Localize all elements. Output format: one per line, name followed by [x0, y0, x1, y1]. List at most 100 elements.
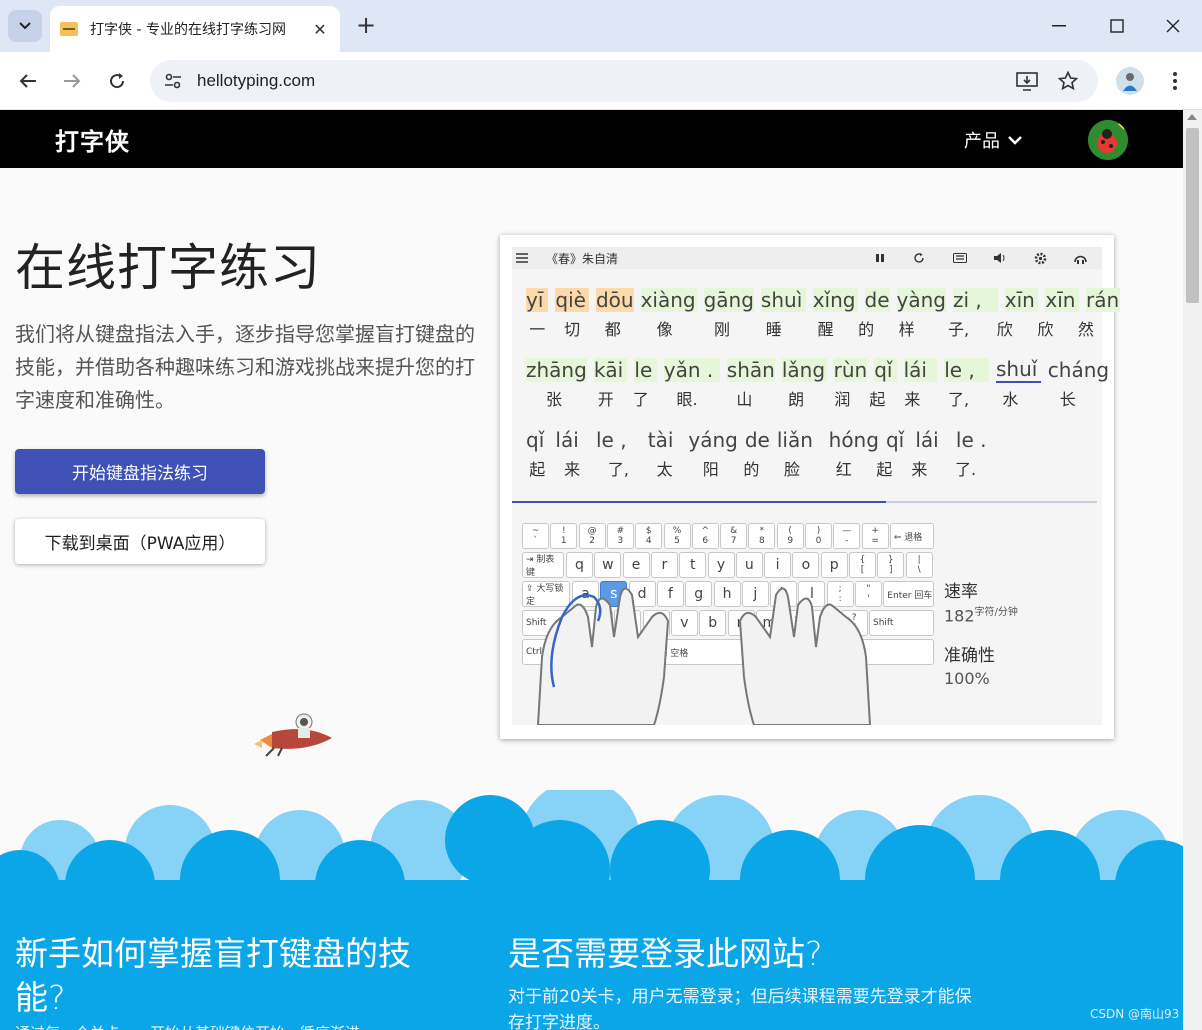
pinyin-word: le , — [595, 428, 627, 452]
key-^6[interactable]: ^ 6 — [691, 523, 719, 549]
key-|\[interactable]: | \ — [905, 552, 933, 578]
key-t[interactable]: t — [679, 552, 707, 578]
key-{[[interactable]: {[ — [849, 552, 876, 578]
browser-tab-active[interactable]: 打字侠 - 专业的在线打字练习网 ✕ — [50, 6, 340, 52]
pinyin-word: lái — [555, 428, 579, 452]
key-w[interactable]: w — [594, 552, 622, 578]
tab-close-icon[interactable]: ✕ — [310, 20, 330, 39]
hanzi-char: 来 — [911, 460, 928, 479]
key-q[interactable]: q — [566, 552, 593, 578]
key-#3[interactable]: #3 — [606, 523, 634, 549]
site-brand[interactable]: 打字侠 — [55, 122, 130, 157]
restart-icon[interactable] — [911, 250, 927, 266]
hero-description: 我们将从键盘指法入手，逐步指导您掌握盲打键盘的技能，并借助各种趣味练习和游戏挑战… — [15, 322, 475, 412]
pause-icon[interactable] — [872, 250, 888, 266]
window-maximize-button[interactable] — [1094, 10, 1140, 42]
hanzi-char: 都 — [604, 320, 621, 339]
bookmark-star-icon[interactable] — [1053, 66, 1083, 96]
key-⇥制表键[interactable]: ⇥ 制表键 — [522, 552, 564, 578]
keyboard-toggle-icon[interactable] — [952, 250, 968, 266]
tab-search-button[interactable] — [8, 10, 42, 42]
key-+=[interactable]: + = — [861, 523, 889, 549]
hanzi-char: 切 — [564, 320, 581, 339]
pinyin-word: liǎn — [776, 428, 813, 452]
browser-menu-button[interactable] — [1160, 66, 1190, 96]
key-Shift[interactable]: Shift — [869, 610, 934, 636]
site-settings-icon[interactable] — [156, 64, 190, 98]
key-}][interactable]: }] — [877, 552, 905, 578]
arrow-right-icon — [64, 74, 81, 88]
key-o[interactable]: o — [792, 552, 820, 578]
browser-profile-avatar[interactable] — [1116, 67, 1144, 95]
forward-button[interactable] — [57, 66, 87, 96]
pinyin-word: lái — [903, 358, 938, 382]
new-tab-button[interactable]: + — [352, 12, 380, 40]
hanzi-row: 起来了, 太阳的脸红起来了. — [526, 455, 1001, 481]
key-@2[interactable]: @2 — [578, 523, 606, 549]
hanzi-char: 醒 — [817, 320, 834, 339]
text-line-1: yī qiè dōu xiàng gāng shuì xǐng de yàng zi , xīn xī… — [526, 285, 1120, 341]
key-*8[interactable]: * 8 — [748, 523, 776, 549]
text-line-3: qǐ lái le , tài yáng de liǎn hóng qǐ lái le . 起来了, 太… — [526, 425, 1001, 481]
key-!1[interactable]: ! 1 — [550, 523, 578, 549]
scrollbar-thumb[interactable] — [1186, 128, 1199, 303]
key-y[interactable]: y — [707, 552, 735, 578]
start-practice-button[interactable]: 开始键盘指法练习 — [15, 449, 265, 494]
key-i[interactable]: i — [764, 552, 792, 578]
download-pwa-button[interactable]: 下载到桌面（PWA应用） — [15, 519, 265, 564]
pinyin-word: qiè — [555, 288, 589, 312]
hanzi-char: 欣 — [1037, 320, 1054, 339]
tab-title: 打字侠 - 专业的在线打字练习网 — [90, 22, 286, 38]
hanzi-row: 张 开了 眼. 山 朗 润起来 了, 水 长 — [526, 385, 1109, 411]
window-close-button[interactable] — [1150, 10, 1196, 42]
key-e[interactable]: e — [622, 552, 650, 578]
key-u[interactable]: u — [735, 552, 763, 578]
reload-button[interactable] — [102, 66, 132, 96]
key-—-[interactable]: — - — [833, 523, 861, 549]
pinyin-word: hóng — [828, 428, 879, 452]
page-scrollbar[interactable] — [1183, 110, 1202, 1030]
key-r[interactable]: r — [650, 552, 678, 578]
products-label: 产品 — [964, 131, 1000, 152]
key-p[interactable]: p — [820, 552, 848, 578]
speed-number: 182 — [944, 606, 975, 626]
key-(9[interactable]: (9 — [776, 523, 804, 549]
hanzi-char: 来 — [564, 460, 581, 479]
key-%5[interactable]: % 5 — [663, 523, 691, 549]
speed-unit: 字符/分钟 — [974, 607, 1018, 618]
profile-icon — [1123, 73, 1137, 91]
pinyin-word: tài — [647, 428, 674, 452]
scroll-up-arrow-icon[interactable] — [1187, 114, 1197, 120]
hanzi-char: 起 — [869, 390, 886, 409]
window-minimize-button[interactable] — [1036, 10, 1082, 42]
faq-title-blind-typing: 新手如何掌握盲打键盘的技能? — [15, 934, 411, 1017]
pinyin-row: zhāng kāi le yǎn . shān lǎng rùn qǐ lái le , shuǐ c… — [526, 355, 1109, 385]
address-bar[interactable]: hellotyping.com — [150, 60, 1098, 102]
pinyin-word: cháng — [1047, 358, 1110, 382]
reload-icon — [110, 73, 125, 89]
key-~`[interactable]: ~ ` — [522, 523, 549, 549]
user-avatar[interactable] — [1088, 120, 1128, 160]
faq-text-blind-typing: 通过每一个关卡，一开始从基础键位开始，循序渐进 — [15, 1022, 455, 1030]
products-menu[interactable]: 产品 — [964, 127, 1022, 153]
key-Enter回车[interactable]: Enter 回车 — [883, 581, 934, 607]
hanzi-row: 一切 都 像 刚 睡 醒 的 样 子, 欣 欣 然 — [526, 315, 1120, 341]
hanzi-char: 开 — [597, 390, 614, 409]
key-⇐退格[interactable]: ⇐ 退格 — [889, 523, 934, 549]
fullscreen-icon[interactable] — [1072, 250, 1088, 266]
key-$4[interactable]: $4 — [635, 523, 663, 549]
demo-article-title: 《春》朱自清 — [546, 251, 619, 266]
pinyin-word: de — [864, 288, 890, 312]
menu-icon[interactable] — [516, 251, 530, 265]
settings-gear-icon[interactable] — [1032, 250, 1048, 266]
back-button[interactable] — [13, 66, 43, 96]
hanzi-char: 朗 — [788, 390, 805, 409]
pinyin-word: shuǐ — [996, 357, 1041, 383]
install-app-icon[interactable] — [1012, 66, 1042, 96]
hanzi-char: 了, — [607, 460, 629, 479]
key-)0[interactable]: ) 0 — [805, 523, 832, 549]
volume-icon[interactable] — [992, 250, 1008, 266]
key-&7[interactable]: & 7 — [720, 523, 748, 549]
pinyin-word: qǐ — [885, 428, 905, 452]
speed-label: 速率 — [944, 582, 978, 602]
